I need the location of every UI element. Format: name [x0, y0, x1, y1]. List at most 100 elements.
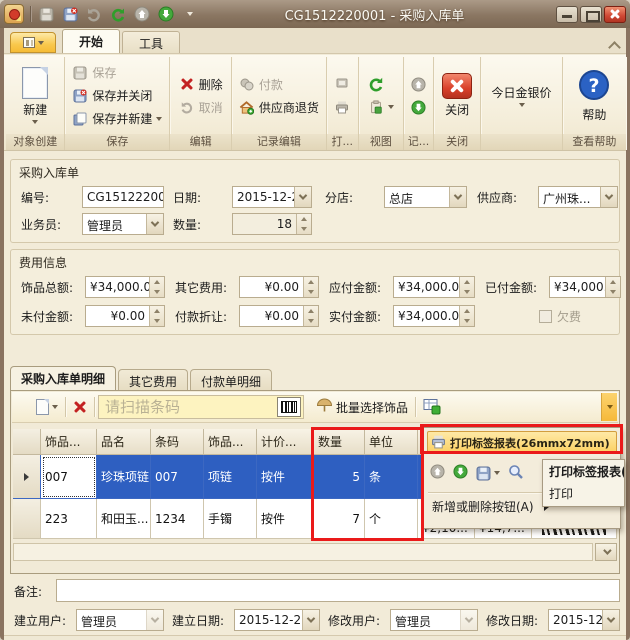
remark-row: 备注: [10, 579, 620, 603]
quick-access-toolbar [37, 5, 199, 23]
unpaid-amount-field[interactable]: ¥0.00 [85, 305, 165, 327]
tab-detail[interactable]: 采购入库单明细 [10, 366, 117, 391]
dropdown-arrow-icon [146, 610, 163, 630]
tab-other-fees[interactable]: 其它费用 [118, 369, 189, 391]
refresh-button[interactable] [365, 74, 397, 94]
remark-input[interactable] [56, 579, 620, 602]
cell[interactable]: 按件 [257, 455, 314, 499]
column-header[interactable]: 饰品... [41, 429, 97, 455]
save-and-close-button[interactable]: 保存并关闭 [69, 86, 165, 106]
cell[interactable]: 条 [365, 455, 418, 499]
paid-amount-field[interactable]: ¥34,000.00 [549, 276, 621, 298]
quantity-stepper[interactable]: 18 [232, 213, 312, 235]
submenu-print[interactable]: 打印 [543, 482, 624, 504]
save-icon[interactable] [37, 5, 55, 23]
cell[interactable]: 1234 [151, 499, 204, 539]
column-header[interactable]: 数量 [314, 429, 365, 455]
discount-field[interactable]: ¥0.00 [239, 305, 319, 327]
cancel-button[interactable]: 取消 [176, 97, 226, 117]
next-record-button[interactable] [408, 97, 430, 117]
save-icon[interactable] [476, 466, 500, 481]
tab-start[interactable]: 开始 [62, 29, 121, 53]
payment-button[interactable]: 付款 [236, 74, 322, 94]
barcode-button[interactable] [277, 397, 301, 417]
new-button[interactable]: 新建 [18, 65, 52, 126]
row-indicator-header[interactable] [13, 429, 41, 455]
dropdown-arrow-icon [602, 610, 619, 630]
cell[interactable]: 项链 [204, 455, 257, 499]
tab-payment-detail[interactable]: 付款单明细 [190, 369, 273, 391]
move-down-icon[interactable] [157, 5, 175, 23]
branch-combobox[interactable]: 总店 [384, 186, 467, 208]
code-input[interactable]: CG1512220001 [82, 186, 164, 208]
application-menu-button[interactable] [10, 32, 56, 53]
actual-amount-field[interactable]: ¥34,000.00 [393, 305, 475, 327]
move-up-icon[interactable] [133, 5, 151, 23]
column-header[interactable]: 单位 [365, 429, 418, 455]
cell[interactable]: 7 [314, 499, 365, 539]
collapse-ribbon-icon[interactable] [606, 37, 622, 53]
help-button[interactable]: ? 帮助 [574, 67, 614, 125]
column-header[interactable]: 饰品... [204, 429, 257, 455]
divider [94, 397, 95, 417]
submenu-print-label-report[interactable]: 打印标签报表(2 [543, 460, 624, 482]
save-button[interactable]: 保存 [69, 63, 165, 83]
cell[interactable]: 5 [314, 455, 365, 499]
cell[interactable]: 223 [41, 499, 97, 539]
delete-icon [179, 76, 195, 92]
print-preview-button[interactable] [331, 74, 353, 94]
cell[interactable]: 007 [151, 455, 204, 499]
qat-dropdown-icon[interactable] [181, 5, 199, 23]
supplier-combobox[interactable]: 广州珠... [538, 186, 618, 208]
view-options-button[interactable] [365, 97, 397, 117]
cell[interactable]: 按件 [257, 499, 314, 539]
total-amount-field[interactable]: ¥34,000.00 [85, 276, 165, 298]
redo-icon[interactable] [109, 5, 127, 23]
save-close-icon[interactable] [61, 5, 79, 23]
barcode-scan-input[interactable] [99, 398, 277, 416]
cell[interactable]: 007 [41, 455, 97, 499]
up-circle-icon[interactable] [430, 464, 445, 482]
new-row-button[interactable] [32, 395, 62, 419]
scroll-down-button[interactable] [595, 543, 617, 561]
column-header[interactable]: 品名 [97, 429, 151, 455]
maximize-button[interactable] [580, 5, 602, 23]
horizontal-scrollbar[interactable] [13, 543, 593, 561]
supplier-return-button[interactable]: 供应商退货 [236, 97, 322, 117]
salesman-combobox[interactable]: 管理员 [82, 213, 164, 235]
created-by-combobox[interactable]: 管理员 [76, 609, 164, 631]
print-button[interactable] [331, 97, 353, 117]
tab-tools[interactable]: 工具 [122, 31, 181, 53]
date-combobox[interactable]: 2015-12-22 [232, 186, 312, 208]
created-date-combobox[interactable]: 2015-12-22 [234, 609, 320, 631]
down-circle-icon[interactable] [453, 464, 468, 482]
app-icon[interactable] [4, 4, 24, 24]
payable-amount-field[interactable]: ¥34,000.00 [393, 276, 475, 298]
prev-record-button[interactable] [408, 74, 430, 94]
print-label-report-menu-item[interactable]: 打印标签报表(26mmx72mm) [427, 431, 617, 454]
today-gold-price-button[interactable]: 今日金银价 [488, 82, 556, 109]
modified-date-combobox[interactable]: 2015-12-22 [548, 609, 620, 631]
cell[interactable]: 珍珠项链 [97, 455, 151, 499]
delete-row-button[interactable] [69, 395, 91, 419]
save-and-new-button[interactable]: 保存并新建 [69, 109, 165, 129]
batch-select-button[interactable]: 批量选择饰品 [312, 395, 412, 419]
cell[interactable]: 和田玉... [97, 499, 151, 539]
modified-by-combobox[interactable]: 管理员 [390, 609, 478, 631]
close-button[interactable] [604, 5, 626, 23]
add-remove-buttons-menu-item[interactable]: 新增或删除按钮(A) [432, 498, 549, 515]
minimize-button[interactable] [556, 5, 578, 23]
delete-button[interactable]: 删除 [176, 74, 226, 94]
cell[interactable]: 个 [365, 499, 418, 539]
magnifier-icon[interactable] [508, 464, 524, 483]
undo-icon[interactable] [85, 5, 103, 23]
toolbar-overflow-button[interactable] [601, 393, 617, 421]
close-form-button[interactable]: 关闭 [438, 71, 476, 120]
printer-icon [431, 434, 446, 452]
column-header[interactable]: 条码 [151, 429, 204, 455]
cell[interactable]: 手镯 [204, 499, 257, 539]
owe-checkbox[interactable]: 欠费 [539, 308, 581, 325]
other-fee-field[interactable]: ¥0.00 [239, 276, 319, 298]
insert-table-button[interactable] [419, 395, 445, 419]
column-header[interactable]: 计价... [257, 429, 314, 455]
